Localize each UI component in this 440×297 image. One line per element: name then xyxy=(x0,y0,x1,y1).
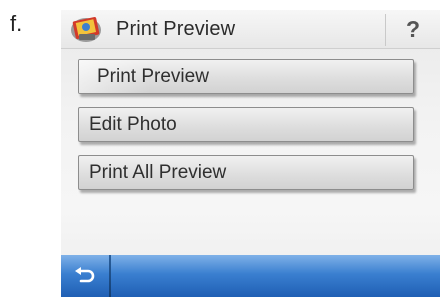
back-arrow-icon xyxy=(75,267,95,283)
figure-label: f. xyxy=(10,11,23,36)
printer-screen: Print Preview ? Print Preview Edit Photo… xyxy=(61,10,440,297)
title-bar: Print Preview ? xyxy=(61,10,440,49)
print-preview-label: Print Preview xyxy=(97,66,209,87)
help-button[interactable]: ? xyxy=(386,10,440,48)
edit-photo-button[interactable]: Edit Photo xyxy=(78,107,414,142)
print-all-preview-label: Print All Preview xyxy=(89,162,227,183)
back-button[interactable] xyxy=(61,255,109,297)
page-title: Print Preview xyxy=(116,18,236,40)
photo-preview-icon xyxy=(71,17,101,42)
bottom-bar xyxy=(61,255,440,297)
print-all-preview-button[interactable]: Print All Preview xyxy=(78,155,414,190)
edit-photo-label: Edit Photo xyxy=(89,114,177,135)
bottom-bar-divider xyxy=(109,255,111,297)
print-preview-button[interactable]: Print Preview xyxy=(78,59,414,94)
help-icon: ? xyxy=(405,15,421,42)
